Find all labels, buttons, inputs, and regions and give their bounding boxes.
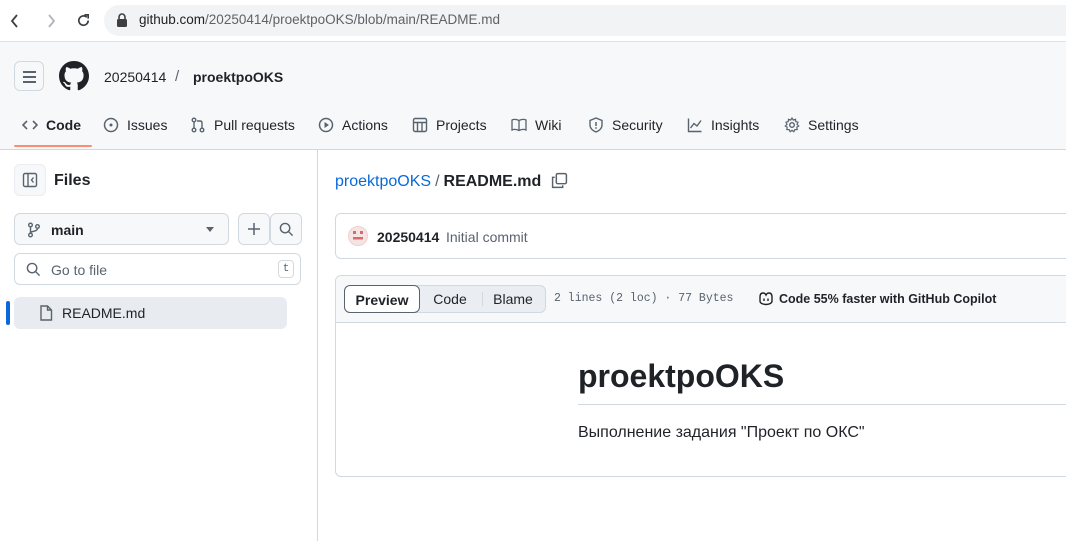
- repo-owner-link[interactable]: 20250414: [104, 69, 166, 85]
- search-icon: [279, 222, 294, 237]
- browser-toolbar: github.com/20250414/proektpoOKS/blob/mai…: [0, 0, 1066, 42]
- tab-insights[interactable]: Insights: [687, 106, 759, 144]
- path-separator: /: [435, 173, 440, 190]
- file-viewer: Preview Code Blame 2 lines (2 loc) · 77 …: [335, 275, 1066, 477]
- commit-author[interactable]: 20250414: [377, 229, 439, 245]
- selected-file-indicator: [6, 301, 10, 325]
- add-file-button[interactable]: [238, 213, 270, 245]
- branch-name: main: [51, 222, 84, 238]
- tab-settings[interactable]: Settings: [784, 106, 859, 144]
- tab-pull-requests[interactable]: Pull requests: [190, 106, 295, 144]
- readme-content: proektpoOKS Выполнение задания "Проект п…: [578, 356, 1066, 442]
- chevron-down-icon: [206, 227, 214, 232]
- menu-button[interactable]: [14, 61, 44, 91]
- path-repo-link[interactable]: proektpoOKS: [335, 173, 431, 190]
- file-tree-sidebar: Files main Go to file t README.md: [0, 149, 318, 541]
- readme-paragraph: Выполнение задания "Проект по ОКС": [578, 424, 865, 441]
- copilot-icon: [759, 292, 773, 306]
- gear-icon: [784, 117, 800, 133]
- segment-divider: [482, 292, 483, 306]
- breadcrumb-separator: /: [175, 68, 180, 85]
- graph-icon: [687, 118, 702, 133]
- file-tree-item-label: README.md: [62, 305, 146, 321]
- tab-issues-label: Issues: [127, 117, 168, 133]
- url-path: /20250414/proektpoOKS/blob/main/README.m…: [205, 12, 500, 27]
- shield-icon: [589, 117, 603, 133]
- copy-icon[interactable]: [551, 172, 568, 189]
- go-to-file-placeholder: Go to file: [51, 262, 108, 278]
- search-files-button[interactable]: [270, 213, 302, 245]
- commit-message[interactable]: Initial commit: [446, 229, 528, 245]
- tab-wiki-label: Wiki: [535, 117, 562, 133]
- tab-code[interactable]: Code: [22, 106, 81, 144]
- copilot-promo-link[interactable]: Code 55% faster with GitHub Copilot: [758, 291, 996, 306]
- identicon-icon: [353, 231, 363, 240]
- tab-security[interactable]: Security: [588, 106, 663, 144]
- go-to-file-input[interactable]: Go to file t: [14, 253, 301, 285]
- tab-settings-label: Settings: [808, 117, 859, 133]
- code-view-button[interactable]: Code: [423, 286, 477, 312]
- tab-projects[interactable]: Projects: [412, 106, 487, 144]
- tab-insights-label: Insights: [711, 117, 760, 133]
- issue-icon: [103, 117, 119, 133]
- file-tree-item[interactable]: README.md: [14, 297, 287, 329]
- play-icon: [318, 117, 334, 133]
- file-icon: [40, 305, 53, 321]
- lock-icon: [117, 13, 127, 27]
- plus-icon: [248, 223, 260, 235]
- github-logo-icon[interactable]: [59, 61, 89, 91]
- file-toolbar: Preview Code Blame 2 lines (2 loc) · 77 …: [336, 276, 1066, 323]
- file-stats: 2 lines (2 loc) · 77 Bytes: [554, 292, 734, 305]
- repo-name-link[interactable]: proektpoOKS: [193, 69, 283, 85]
- tab-projects-label: Projects: [436, 117, 487, 133]
- back-icon[interactable]: [10, 14, 20, 28]
- url-host: github.com: [139, 12, 206, 27]
- file-path-breadcrumb: proektpoOKS / README.md: [335, 173, 541, 191]
- collapse-sidebar-button[interactable]: [14, 164, 46, 196]
- view-mode-switcher: Preview Code Blame: [344, 285, 546, 313]
- repo-header: 20250414 / proektpoOKS Code Issues Pull …: [0, 42, 1066, 150]
- blame-button[interactable]: Blame: [485, 286, 541, 312]
- avatar[interactable]: [348, 226, 368, 246]
- preview-button[interactable]: Preview: [344, 285, 420, 313]
- url-text: github.com/20250414/proektpoOKS/blob/mai…: [139, 12, 500, 27]
- branch-selector[interactable]: main: [14, 213, 229, 245]
- search-icon: [26, 262, 41, 277]
- tab-wiki[interactable]: Wiki: [511, 106, 561, 144]
- table-icon: [412, 117, 428, 133]
- code-icon: [22, 120, 38, 130]
- reload-icon[interactable]: [76, 13, 91, 28]
- tab-security-label: Security: [612, 117, 663, 133]
- copilot-promo-label: Code 55% faster with GitHub Copilot: [779, 291, 997, 306]
- pull-request-icon: [191, 117, 205, 133]
- tab-issues[interactable]: Issues: [103, 106, 167, 144]
- book-icon: [511, 118, 527, 132]
- tab-code-label: Code: [46, 117, 81, 133]
- tab-actions-label: Actions: [342, 117, 388, 133]
- address-bar[interactable]: github.com/20250414/proektpoOKS/blob/mai…: [104, 5, 1066, 36]
- sidebar-collapse-icon: [22, 172, 38, 188]
- active-tab-indicator: [14, 145, 92, 147]
- files-title: Files: [54, 172, 91, 189]
- keyboard-shortcut-hint: t: [278, 260, 294, 278]
- tab-actions[interactable]: Actions: [318, 106, 388, 144]
- path-file-name: README.md: [443, 173, 542, 190]
- tab-pull-requests-label: Pull requests: [214, 117, 295, 133]
- forward-icon[interactable]: [46, 14, 56, 28]
- readme-heading: proektpoOKS: [578, 356, 1066, 405]
- latest-commit-box: 20250414 Initial commit: [335, 213, 1066, 259]
- branch-icon: [28, 222, 40, 238]
